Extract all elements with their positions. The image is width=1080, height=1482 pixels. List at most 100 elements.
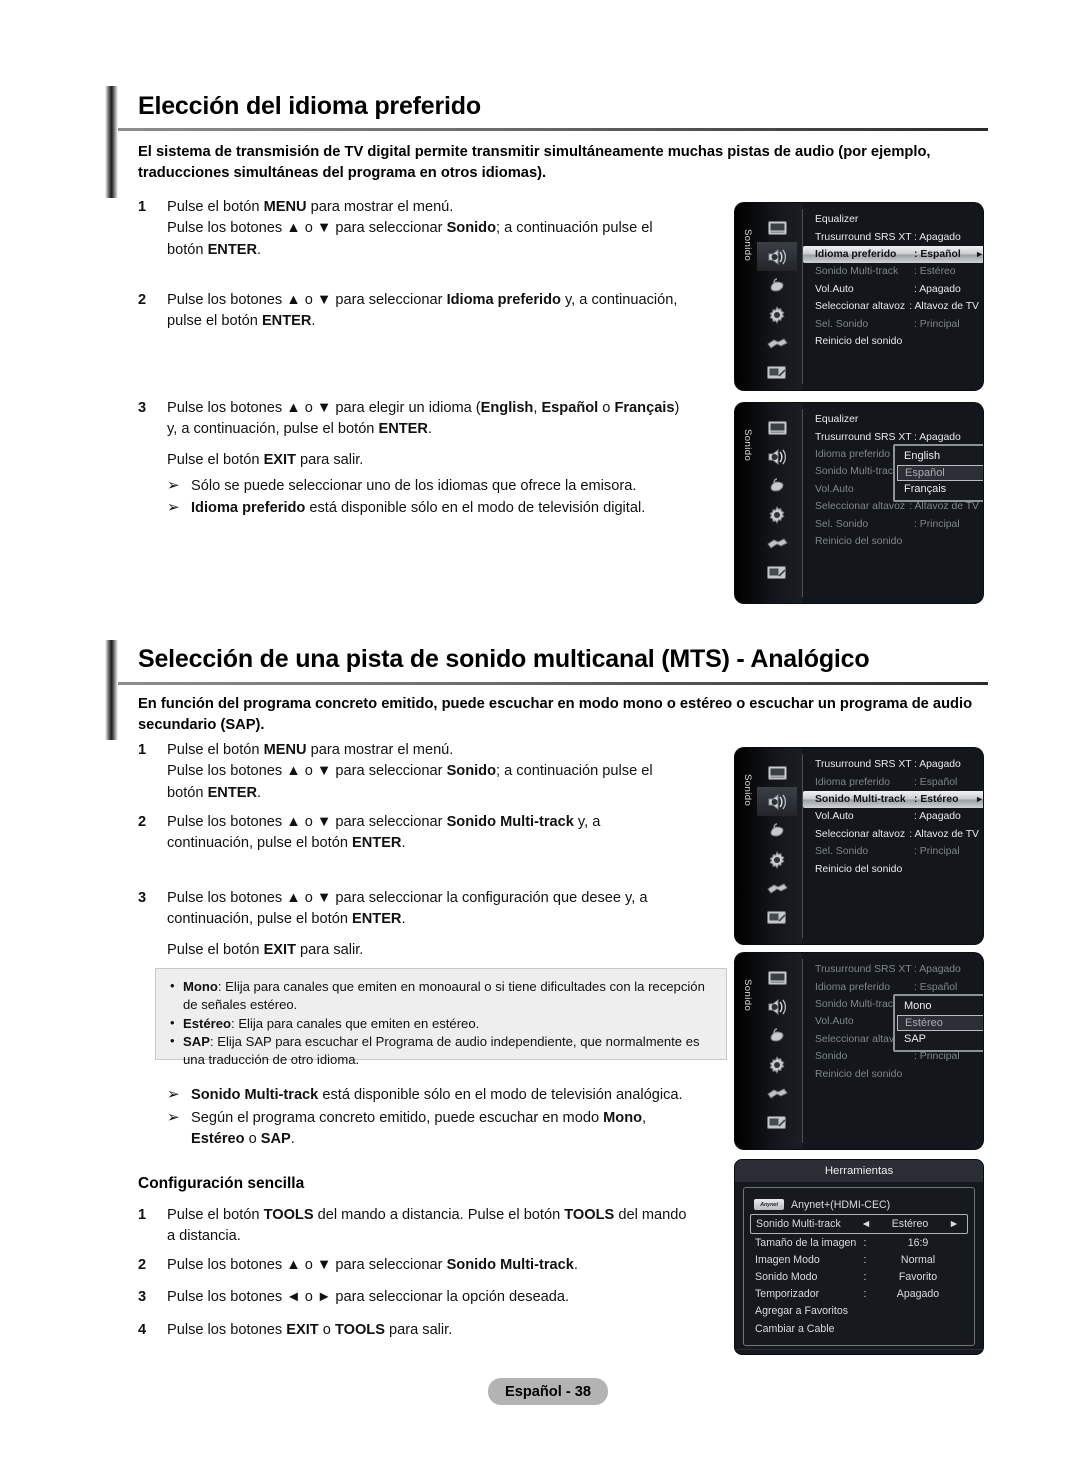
- step-number: 3: [138, 890, 147, 906]
- language-popup[interactable]: English Español Français: [893, 444, 983, 502]
- tools-row[interactable]: Tamaño de la imagen: 16:9: [750, 1234, 968, 1251]
- anynet-row[interactable]: Anynet Anynet+(HDMI-CEC): [750, 1195, 968, 1214]
- osd-menu-row[interactable]: Sonido Multi-track: Estéreo ►: [803, 790, 983, 809]
- osd-row-label: Equalizer: [815, 214, 859, 226]
- channel-hand-icon[interactable]: [757, 1021, 797, 1050]
- osd-menu-row[interactable]: Reinicio del sonido: [809, 860, 979, 877]
- step-item: 4 Pulse los botones EXIT o TOOLS para sal…: [138, 1320, 452, 1341]
- anynet-badge-icon: Anynet: [754, 1199, 784, 1210]
- support-icon[interactable]: [757, 558, 797, 587]
- mts-options-list: Mono: Elija para canales que emiten en m…: [170, 977, 712, 1070]
- popup-option[interactable]: English: [897, 448, 983, 465]
- osd-rail-label: Sonido: [742, 979, 753, 1012]
- osd-row-label: Sonido: [815, 1051, 848, 1063]
- setup-gear-icon[interactable]: [757, 500, 797, 529]
- input-plug-icon[interactable]: [757, 1079, 797, 1108]
- input-plug-icon[interactable]: [757, 529, 797, 558]
- step-number: 3: [138, 400, 147, 416]
- section1-title-rule: [118, 128, 988, 131]
- osd-row-value: : Apagado: [914, 231, 961, 243]
- arrow-left-icon[interactable]: ◄: [858, 1218, 874, 1230]
- osd-row-label: Seleccionar altavoz: [815, 301, 906, 313]
- sound-icon[interactable]: [757, 787, 797, 816]
- picture-icon[interactable]: [757, 758, 797, 787]
- osd-menu-row[interactable]: Trusurround SRS XT: Apagado: [809, 756, 979, 773]
- multitrack-popup[interactable]: Mono Estéreo SAP: [893, 994, 983, 1052]
- sound-icon[interactable]: [757, 242, 797, 271]
- osd-row-value: : Apagado: [914, 283, 961, 295]
- picture-icon[interactable]: [757, 413, 797, 442]
- step-item: 2 Pulse los botones ▲ o ▼ para selecciona…: [138, 1255, 578, 1276]
- setup-gear-icon[interactable]: [757, 1050, 797, 1079]
- setup-gear-icon[interactable]: [757, 845, 797, 874]
- osd-row-label: Sel. Sonido: [815, 518, 869, 530]
- osd-menu-row[interactable]: Sel. Sonido: Principal: [809, 843, 979, 860]
- tools-row-label: Sonido Multi-track: [756, 1218, 841, 1230]
- tools-row[interactable]: Agregar a Favoritos: [750, 1303, 968, 1320]
- tools-row[interactable]: Imagen Modo: Normal: [750, 1251, 968, 1268]
- tools-row[interactable]: Sonido Multi-track ◄ Estéreo ►: [750, 1214, 968, 1234]
- osd-menu-row[interactable]: Vol.Auto: Apagado: [809, 281, 979, 298]
- osd-menu-row[interactable]: Vol.Auto: Apagado: [809, 808, 979, 825]
- osd-menu-row[interactable]: Sel. Sonido: Principal: [809, 315, 979, 332]
- tools-row-value: Normal: [900, 1253, 936, 1266]
- arrow-right-icon[interactable]: ►: [946, 1218, 962, 1230]
- osd-menu-row[interactable]: Trusurround SRS XT: Apagado: [809, 228, 979, 245]
- osd-icon-column: [757, 963, 797, 1137]
- step-number: 3: [138, 1289, 147, 1305]
- picture-icon[interactable]: [757, 963, 797, 992]
- osd-menu-row[interactable]: Seleccionar altavoz: Altavoz de TV: [809, 826, 979, 843]
- osd-menu-row[interactable]: Reinicio del sonido: [809, 533, 979, 550]
- subsection-title: Configuración sencilla: [138, 1175, 305, 1192]
- osd-menu-row[interactable]: Trusurround SRS XT: Apagado: [809, 961, 979, 978]
- popup-option[interactable]: Français: [897, 481, 983, 498]
- osd-menu-row[interactable]: Reinicio del sonido: [809, 333, 979, 350]
- input-plug-icon[interactable]: [757, 874, 797, 903]
- channel-hand-icon[interactable]: [757, 271, 797, 300]
- channel-hand-icon[interactable]: [757, 471, 797, 500]
- osd-row-label: Trusurround SRS XT: [815, 231, 912, 243]
- osd-row-value: : Principal: [914, 518, 960, 530]
- section1-left-rule: [105, 86, 118, 198]
- support-icon[interactable]: [757, 1108, 797, 1137]
- support-icon[interactable]: [757, 358, 797, 387]
- popup-option[interactable]: Mono: [897, 998, 983, 1015]
- step-text: Pulse los botones ◄ o ► para seleccionar…: [167, 1289, 570, 1305]
- osd-row-value: : Apagado: [914, 759, 961, 771]
- step-item: 2 Pulse los botones ▲ o ▼ para selecciona…: [138, 290, 677, 333]
- section1-lead: El sistema de transmisión de TV digital …: [138, 144, 931, 181]
- osd-menu-row[interactable]: Seleccionar altavoz: Altavoz de TV: [809, 298, 979, 315]
- popup-option[interactable]: Estéreo: [897, 1014, 983, 1031]
- step-number: 1: [138, 742, 147, 758]
- tools-row[interactable]: Cambiar a Cable: [750, 1320, 968, 1337]
- arrow-bullet-icon: ➢: [167, 1109, 180, 1126]
- tools-row[interactable]: Sonido Modo: Favorito: [750, 1268, 968, 1285]
- osd-menu-row[interactable]: Idioma preferido: Español ►: [803, 245, 983, 264]
- osd-icon-column: [757, 213, 797, 387]
- step-text: Pulse el botón MENU para mostrar el menú…: [167, 199, 653, 258]
- channel-hand-icon[interactable]: [757, 816, 797, 845]
- osd-menu-row[interactable]: Sonido Multi-track: Estéreo: [809, 263, 979, 280]
- support-icon[interactable]: [757, 903, 797, 932]
- osd-menu-row[interactable]: Equalizer: [809, 411, 979, 428]
- osd-menu-row[interactable]: Idioma preferido: Español: [809, 773, 979, 790]
- osd-row-value: : Principal: [914, 318, 960, 330]
- sound-icon[interactable]: [757, 992, 797, 1021]
- osd-row-value: : Altavoz de TV: [909, 301, 979, 313]
- osd-menu-row[interactable]: Equalizer: [809, 211, 979, 228]
- osd-row-label: Seleccionar altavoz: [815, 501, 906, 513]
- osd-row-label: Idioma preferido: [815, 248, 897, 260]
- osd-menu-row[interactable]: Reinicio del sonido: [809, 1065, 979, 1082]
- osd-panel-idioma-submenu: Sonido Equalizer Trusurround SRS XT: Apag…: [735, 403, 983, 603]
- sound-icon[interactable]: [757, 442, 797, 471]
- setup-gear-icon[interactable]: [757, 300, 797, 329]
- tools-row[interactable]: Temporizador: Apagado: [750, 1286, 968, 1303]
- osd-row-label: Reinicio del sonido: [815, 1068, 903, 1080]
- popup-option[interactable]: Español: [897, 464, 983, 481]
- popup-option[interactable]: SAP: [897, 1031, 983, 1048]
- tools-row-separator: :: [863, 1288, 867, 1301]
- tools-row-separator: :: [863, 1270, 867, 1283]
- osd-menu-row[interactable]: Sel. Sonido : Principal: [809, 515, 979, 532]
- picture-icon[interactable]: [757, 213, 797, 242]
- input-plug-icon[interactable]: [757, 329, 797, 358]
